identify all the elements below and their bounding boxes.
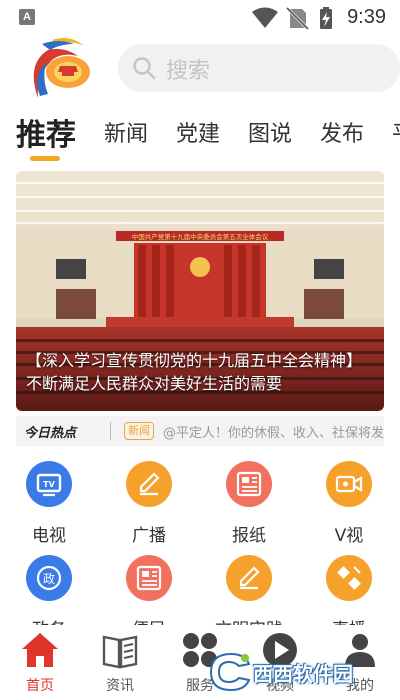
grid-label: 便民 xyxy=(104,615,194,625)
grid-label: V视 xyxy=(334,526,364,546)
edit-icon xyxy=(126,461,172,507)
banner-caption: 【深入学习宣传贯彻党的十九届五中全会精神】不断满足人民群众对美好生活的需要 xyxy=(26,351,363,393)
feature-grid: TV 电视 广播 报纸 V视 政 xyxy=(0,455,400,625)
svg-text:政: 政 xyxy=(43,572,55,586)
nav-news[interactable]: 资讯 xyxy=(85,631,155,695)
grid-item-live[interactable]: 直播 xyxy=(304,555,394,625)
hot-news-title: 今日热点 xyxy=(24,426,77,441)
newspaper-icon xyxy=(126,555,172,601)
banner-backdrop-text: 中国共产党第十九届中央委员会第五次全体会议 xyxy=(132,232,269,241)
nav-label: 首页 xyxy=(26,678,54,694)
status-time: 9:39 xyxy=(347,6,386,28)
home-icon xyxy=(22,633,58,667)
tab-pictures[interactable]: 图说 xyxy=(248,116,292,148)
grid-item-civilization[interactable]: 文明实践 xyxy=(204,555,294,625)
wifi-icon xyxy=(252,7,278,28)
notification-icon: A xyxy=(19,9,35,25)
video-camera-icon xyxy=(326,461,372,507)
tv-icon: TV xyxy=(26,461,72,507)
watermark: 西西软件园 xyxy=(205,650,385,694)
nav-label: 资讯 xyxy=(106,678,134,694)
government-icon: 政 xyxy=(26,555,72,601)
tab-recommend[interactable]: 推荐 xyxy=(16,110,76,154)
status-bar: A 9:39 xyxy=(0,0,400,36)
search-placeholder: 搜索 xyxy=(166,59,211,84)
live-icon xyxy=(326,555,372,601)
status-icons xyxy=(250,6,350,34)
svg-text:TV: TV xyxy=(43,480,55,489)
nav-home[interactable]: 首页 xyxy=(5,631,75,695)
category-tabs: 推荐 新闻 党建 图说 发布 平 xyxy=(0,106,400,166)
no-sim-icon xyxy=(285,6,310,31)
book-icon xyxy=(102,635,138,669)
tab-release[interactable]: 发布 xyxy=(320,116,364,148)
search-icon xyxy=(133,57,156,80)
headline-banner[interactable]: 中国共产党第十九届中央委员会第五次全体会议 【深入学习宣传贯彻党的十九届五中全会… xyxy=(16,171,384,411)
tab-party[interactable]: 党建 xyxy=(176,116,220,148)
grid-item-tv[interactable]: TV 电视 xyxy=(4,461,94,546)
header: 搜索 xyxy=(0,36,400,106)
active-tab-indicator xyxy=(30,156,60,161)
hot-news-text[interactable]: @平定人！你的休假、收入、社保将发生 xyxy=(163,422,384,441)
grid-item-newspaper[interactable]: 报纸 xyxy=(204,461,294,546)
app-logo xyxy=(22,36,94,102)
watermark-text: 西西软件园 xyxy=(253,662,353,686)
grid-item-convenience[interactable]: 便民 xyxy=(104,555,194,625)
hot-news-tag: 新闻 xyxy=(124,422,154,440)
grid-item-vvideo[interactable]: V视 xyxy=(304,461,394,546)
grid-label: 文明实践 xyxy=(204,615,294,625)
edit-icon xyxy=(226,555,272,601)
grid-item-radio[interactable]: 广播 xyxy=(104,461,194,546)
grid-label: 直播 xyxy=(304,615,394,625)
divider xyxy=(110,422,111,440)
hot-news-bar[interactable]: 今日热点 新闻 @平定人！你的休假、收入、社保将发生 xyxy=(16,416,384,446)
battery-icon xyxy=(320,7,332,29)
search-bar[interactable]: 搜索 xyxy=(118,44,400,92)
grid-label: 电视 xyxy=(32,526,66,546)
grid-label: 报纸 xyxy=(232,526,266,546)
grid-label: 政务 xyxy=(4,615,94,625)
tab-more[interactable]: 平 xyxy=(392,116,400,148)
watermark-logo-icon xyxy=(209,652,251,692)
grid-label: 广播 xyxy=(132,526,166,546)
grid-item-government[interactable]: 政 政务 xyxy=(4,555,94,625)
tab-news[interactable]: 新闻 xyxy=(104,116,148,148)
newspaper-icon xyxy=(226,461,272,507)
